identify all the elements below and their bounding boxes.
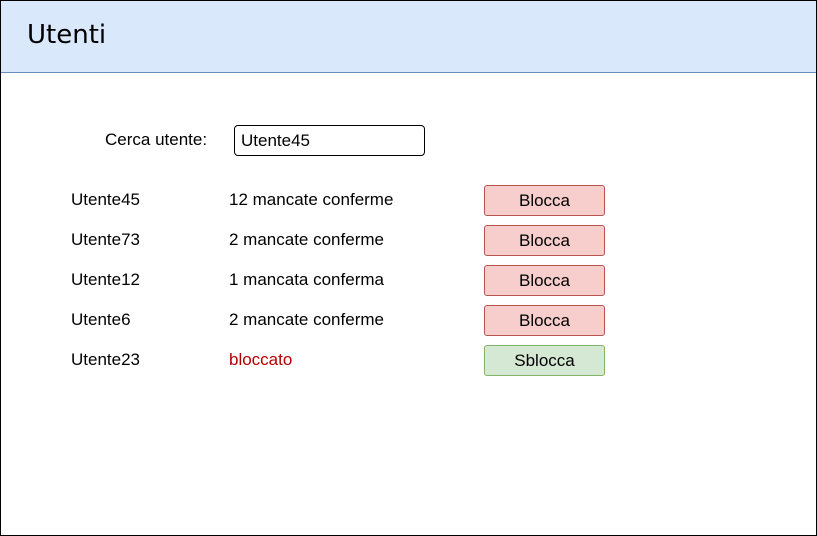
user-row: Utente23 bloccato Sblocca bbox=[1, 345, 816, 376]
user-status: 1 mancata conferma bbox=[229, 270, 384, 289]
user-name: Utente23 bbox=[71, 350, 140, 369]
search-input[interactable] bbox=[234, 125, 425, 156]
page-header: Utenti bbox=[1, 1, 816, 73]
block-button[interactable]: Blocca bbox=[484, 225, 605, 256]
users-page: Utenti Cerca utente: Utente45 12 mancate… bbox=[0, 0, 817, 536]
user-row: Utente73 2 mancate conferme Blocca bbox=[1, 225, 816, 256]
user-row: Utente12 1 mancata conferma Blocca bbox=[1, 265, 816, 296]
block-button[interactable]: Blocca bbox=[484, 265, 605, 296]
user-status: 2 mancate conferme bbox=[229, 310, 384, 329]
user-name: Utente6 bbox=[71, 310, 131, 329]
user-row: Utente45 12 mancate conferme Blocca bbox=[1, 185, 816, 216]
user-row: Utente6 2 mancate conferme Blocca bbox=[1, 305, 816, 336]
block-button[interactable]: Blocca bbox=[484, 185, 605, 216]
page-title: Utenti bbox=[27, 20, 107, 50]
user-name: Utente73 bbox=[71, 230, 140, 249]
user-name: Utente45 bbox=[71, 190, 140, 209]
unblock-button[interactable]: Sblocca bbox=[484, 345, 605, 376]
block-button[interactable]: Blocca bbox=[484, 305, 605, 336]
search-label: Cerca utente: bbox=[105, 130, 208, 149]
user-name: Utente12 bbox=[71, 270, 140, 289]
user-status: 2 mancate conferme bbox=[229, 230, 384, 249]
user-status: 12 mancate conferme bbox=[229, 190, 394, 209]
user-status-blocked: bloccato bbox=[229, 350, 293, 369]
